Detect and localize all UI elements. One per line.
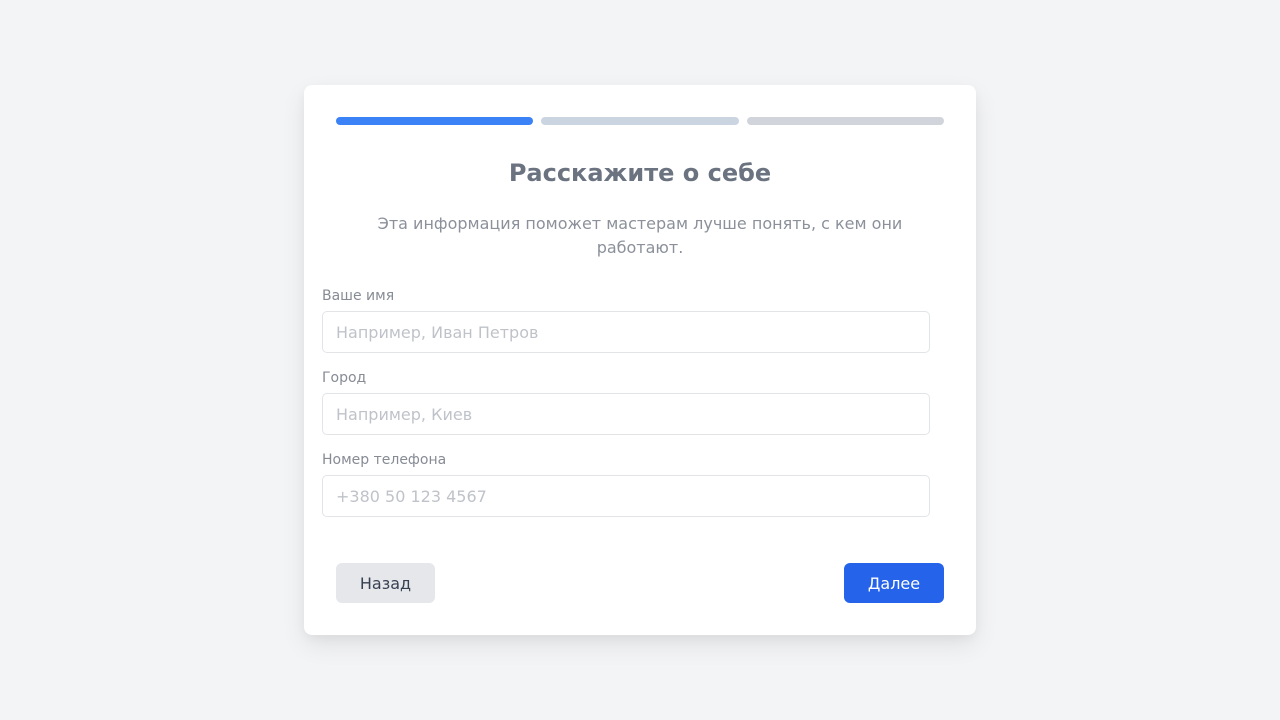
onboarding-card: Расскажите о себе Эта информация поможет… bbox=[304, 85, 976, 635]
back-button[interactable]: Назад bbox=[336, 563, 435, 603]
name-field-group: Ваше имя bbox=[322, 287, 930, 353]
name-field-label: Ваше имя bbox=[322, 288, 395, 304]
name-input[interactable] bbox=[322, 311, 930, 353]
city-input[interactable] bbox=[322, 393, 930, 435]
city-field-label: Город bbox=[322, 370, 367, 386]
phone-field-group: Номер телефона bbox=[322, 451, 930, 517]
page-title: Расскажите о себе bbox=[508, 159, 772, 187]
progress-step-1 bbox=[336, 117, 534, 125]
progress-step-2 bbox=[541, 117, 739, 125]
city-field-group: Город bbox=[322, 369, 930, 435]
step-progress-bar bbox=[336, 117, 944, 125]
next-button[interactable]: Далее bbox=[844, 563, 944, 603]
progress-step-3 bbox=[746, 117, 944, 125]
phone-input[interactable] bbox=[322, 475, 930, 517]
page-subtitle: Эта информация поможет мастерам лучше по… bbox=[377, 214, 903, 257]
phone-field-label: Номер телефона bbox=[322, 452, 447, 468]
